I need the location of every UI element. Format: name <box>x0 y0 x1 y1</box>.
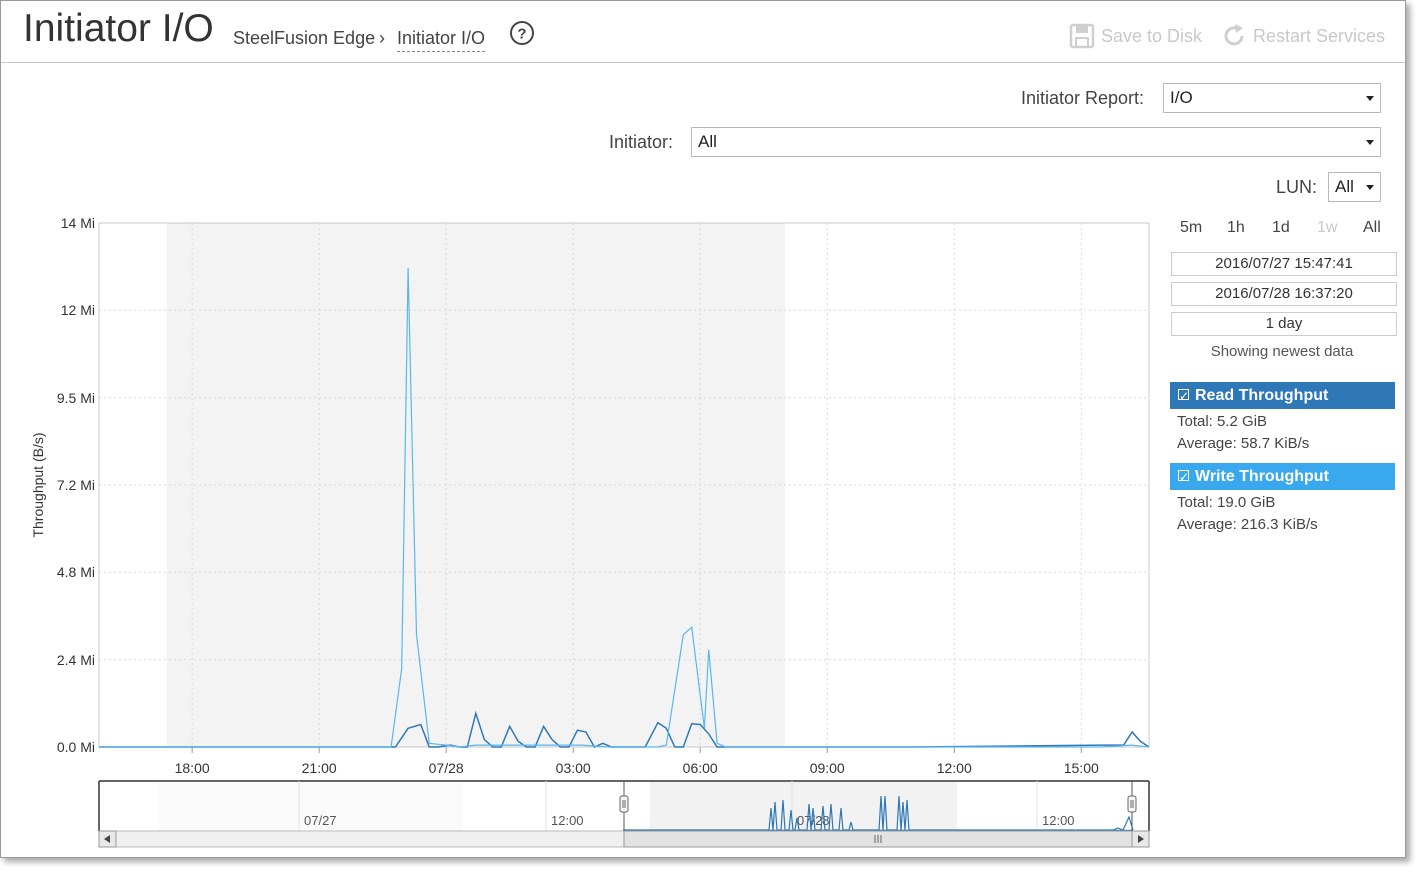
initiator-select[interactable]: All <box>691 127 1381 157</box>
x-tick-label: 21:00 <box>302 760 337 776</box>
lun-value: All <box>1335 177 1354 196</box>
save-to-disk-label: Save to Disk <box>1101 25 1203 46</box>
breadcrumb-separator: › <box>379 28 385 48</box>
chevron-down-icon <box>1366 185 1374 190</box>
checkbox-checked-icon[interactable] <box>1178 383 1189 410</box>
initiator-label: Initiator: <box>609 132 674 152</box>
restart-services-label: Restart Services <box>1253 25 1386 46</box>
duration-field[interactable]: 1 day <box>1171 312 1397 336</box>
lun-label: LUN: <box>1276 177 1318 197</box>
throughput-chart: 0.0 Mi 2.4 Mi 4.8 Mi 7.2 Mi 9.5 Mi 12 Mi 14 Mi… <box>23 213 1163 853</box>
range-button-1d[interactable]: 1d <box>1272 219 1290 237</box>
restart-services-button[interactable]: Restart Services <box>1221 23 1385 49</box>
initiator-report-select[interactable]: I/O <box>1163 83 1381 113</box>
legend-write-throughput[interactable]: Write Throughput <box>1170 463 1395 491</box>
start-date-field[interactable]: 2016/07/27 15:47:41 <box>1171 252 1397 276</box>
x-tick-label: 12:00 <box>937 760 972 776</box>
legend-write-label: Write Throughput <box>1195 468 1329 485</box>
page-header: Initiator I/O SteelFusion Edge › Initiat… <box>1 1 1405 63</box>
x-tick-label: 18:00 <box>175 760 210 776</box>
initiator-report-value: I/O <box>1170 88 1193 107</box>
page-title: Initiator I/O <box>23 7 214 50</box>
write-total: Total: 19.0 GiB <box>1177 494 1276 511</box>
y-tick-label: 7.2 Mi <box>57 477 95 493</box>
navigator-tick-label: 07/27 <box>304 813 337 828</box>
y-axis-title: Throughput (B/s) <box>30 432 46 537</box>
throughput-chart-svg: 0.0 Mi 2.4 Mi 4.8 Mi 7.2 Mi 9.5 Mi 12 Mi 14 Mi… <box>30 215 1150 848</box>
x-tick-label: 03:00 <box>556 760 591 776</box>
lun-select[interactable]: All <box>1328 172 1381 202</box>
save-to-disk-button[interactable]: Save to Disk <box>1069 23 1202 49</box>
range-button-1h[interactable]: 1h <box>1227 219 1245 237</box>
range-selector: 5m 1h 1d 1w All <box>1171 219 1397 241</box>
breadcrumb-parent[interactable]: SteelFusion Edge <box>233 28 375 49</box>
checkbox-checked-icon[interactable] <box>1178 464 1189 491</box>
navigator-tick-label: 12:00 <box>551 813 584 828</box>
read-average: Average: 58.7 KiB/s <box>1177 435 1310 452</box>
read-total: Total: 5.2 GiB <box>1177 413 1268 430</box>
y-tick-label: 14 Mi <box>61 215 95 231</box>
x-tick-label: 09:00 <box>810 760 845 776</box>
legend-read-throughput[interactable]: Read Throughput <box>1170 382 1395 410</box>
chevron-down-icon <box>1366 140 1374 145</box>
floppy-disk-icon <box>1069 23 1095 49</box>
y-tick-label: 4.8 Mi <box>57 564 95 580</box>
x-tick-label: 15:00 <box>1064 760 1099 776</box>
navigator-left-handle[interactable] <box>619 795 629 813</box>
range-button-1w: 1w <box>1317 219 1338 236</box>
breadcrumb-current[interactable]: Initiator I/O <box>397 28 486 52</box>
x-tick-label: 06:00 <box>683 760 718 776</box>
y-tick-label: 9.5 Mi <box>57 390 95 406</box>
range-button-all[interactable]: All <box>1363 219 1381 237</box>
help-icon[interactable]: ? <box>509 20 535 46</box>
y-tick-label: 12 Mi <box>61 302 95 318</box>
initiator-value: All <box>698 132 717 151</box>
y-tick-label: 0.0 Mi <box>57 739 95 755</box>
x-tick-label: 07/28 <box>429 760 464 776</box>
navigator-tick-label: 12:00 <box>1042 813 1075 828</box>
restart-icon <box>1224 24 1244 46</box>
navigator-right-handle[interactable] <box>1127 795 1137 813</box>
range-button-5m[interactable]: 5m <box>1180 219 1202 237</box>
y-tick-label: 2.4 Mi <box>57 652 95 668</box>
svg-text:?: ? <box>517 26 526 43</box>
chevron-down-icon <box>1366 96 1374 101</box>
end-date-field[interactable]: 2016/07/28 16:37:20 <box>1171 282 1397 306</box>
data-status-text: Showing newest data <box>1210 343 1354 360</box>
legend-read-label: Read Throughput <box>1195 387 1329 404</box>
initiator-report-label: Initiator Report: <box>1021 88 1145 108</box>
write-average: Average: 216.3 KiB/s <box>1177 516 1318 533</box>
app-window: Initiator I/O SteelFusion Edge › Initiat… <box>0 0 1406 858</box>
